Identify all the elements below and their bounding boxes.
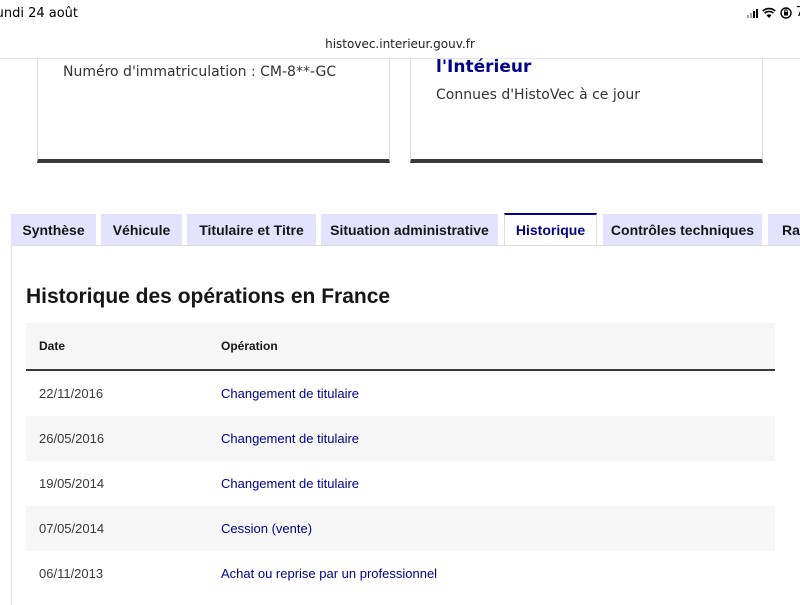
row-date: 22/11/2016 — [39, 386, 104, 401]
table-row: 07/05/2014 Cession (vente) — [26, 506, 775, 551]
status-icons: 7 — [746, 5, 800, 20]
registration-card: Numéro d'immatriculation : CM-8**-GC — [37, 59, 390, 163]
row-operation: Changement de titulaire — [221, 416, 775, 461]
history-title: Historique des opérations en France — [26, 285, 391, 308]
url-text[interactable]: histovec.interieur.gouv.fr — [0, 37, 800, 51]
ministry-card-title: l'Intérieur — [436, 57, 532, 77]
row-operation: Changement de titulaire — [221, 386, 360, 401]
row-date: 19/05/2014 — [39, 476, 105, 491]
registration-number: Numéro d'immatriculation : CM-8**-GC — [63, 64, 337, 80]
tab-titulaire-et-titre[interactable]: Titulaire et Titre — [187, 214, 316, 246]
tab-vehicule[interactable]: Véhicule — [101, 214, 182, 246]
status-bar: lundi 24 août 7 — [0, 0, 800, 28]
row-operation: Changement de titulaire — [221, 476, 360, 491]
table-row: 06/11/2013 Achat ou reprise par un profe… — [26, 551, 775, 596]
history-table: Date Opération 22/11/2016 Changement de … — [26, 323, 775, 596]
wifi-icon — [761, 7, 776, 18]
table-row: 19/05/2014 Changement de titulaire — [26, 461, 775, 506]
address-bar[interactable]: histovec.interieur.gouv.fr — [0, 28, 800, 59]
ministry-card: l'Intérieur Connues d'HistoVec à ce jour — [410, 57, 763, 163]
column-header-date: Date — [26, 323, 221, 371]
tab-synthese[interactable]: Synthèse — [11, 214, 96, 246]
battery-percentage: 7 — [795, 5, 800, 20]
table-header-row: Date Opération — [26, 323, 775, 371]
row-date: 07/05/2014 — [26, 506, 221, 551]
tab-bar: Synthèse Véhicule Titulaire et Titre Sit… — [0, 213, 800, 246]
ministry-card-text: Connues d'HistoVec à ce jour — [436, 87, 640, 103]
tab-historique[interactable]: Historique — [504, 213, 597, 246]
column-header-operation: Opération — [221, 323, 775, 371]
row-date: 26/05/2016 — [26, 416, 221, 461]
tab-rapport[interactable]: Rap — [768, 214, 800, 246]
cellular-signal-icon — [746, 8, 758, 18]
status-date: lundi 24 août — [0, 6, 79, 21]
tab-controles-techniques[interactable]: Contrôles techniques — [603, 214, 762, 246]
orientation-lock-icon — [780, 6, 792, 19]
row-date: 06/11/2013 — [39, 566, 104, 581]
table-row: 22/11/2016 Changement de titulaire — [26, 370, 775, 416]
row-operation: Cession (vente) — [221, 506, 775, 551]
row-operation: Achat ou reprise par un professionnel — [221, 566, 438, 581]
table-row: 26/05/2016 Changement de titulaire — [26, 416, 775, 461]
tab-situation-administrative[interactable]: Situation administrative — [321, 214, 498, 246]
